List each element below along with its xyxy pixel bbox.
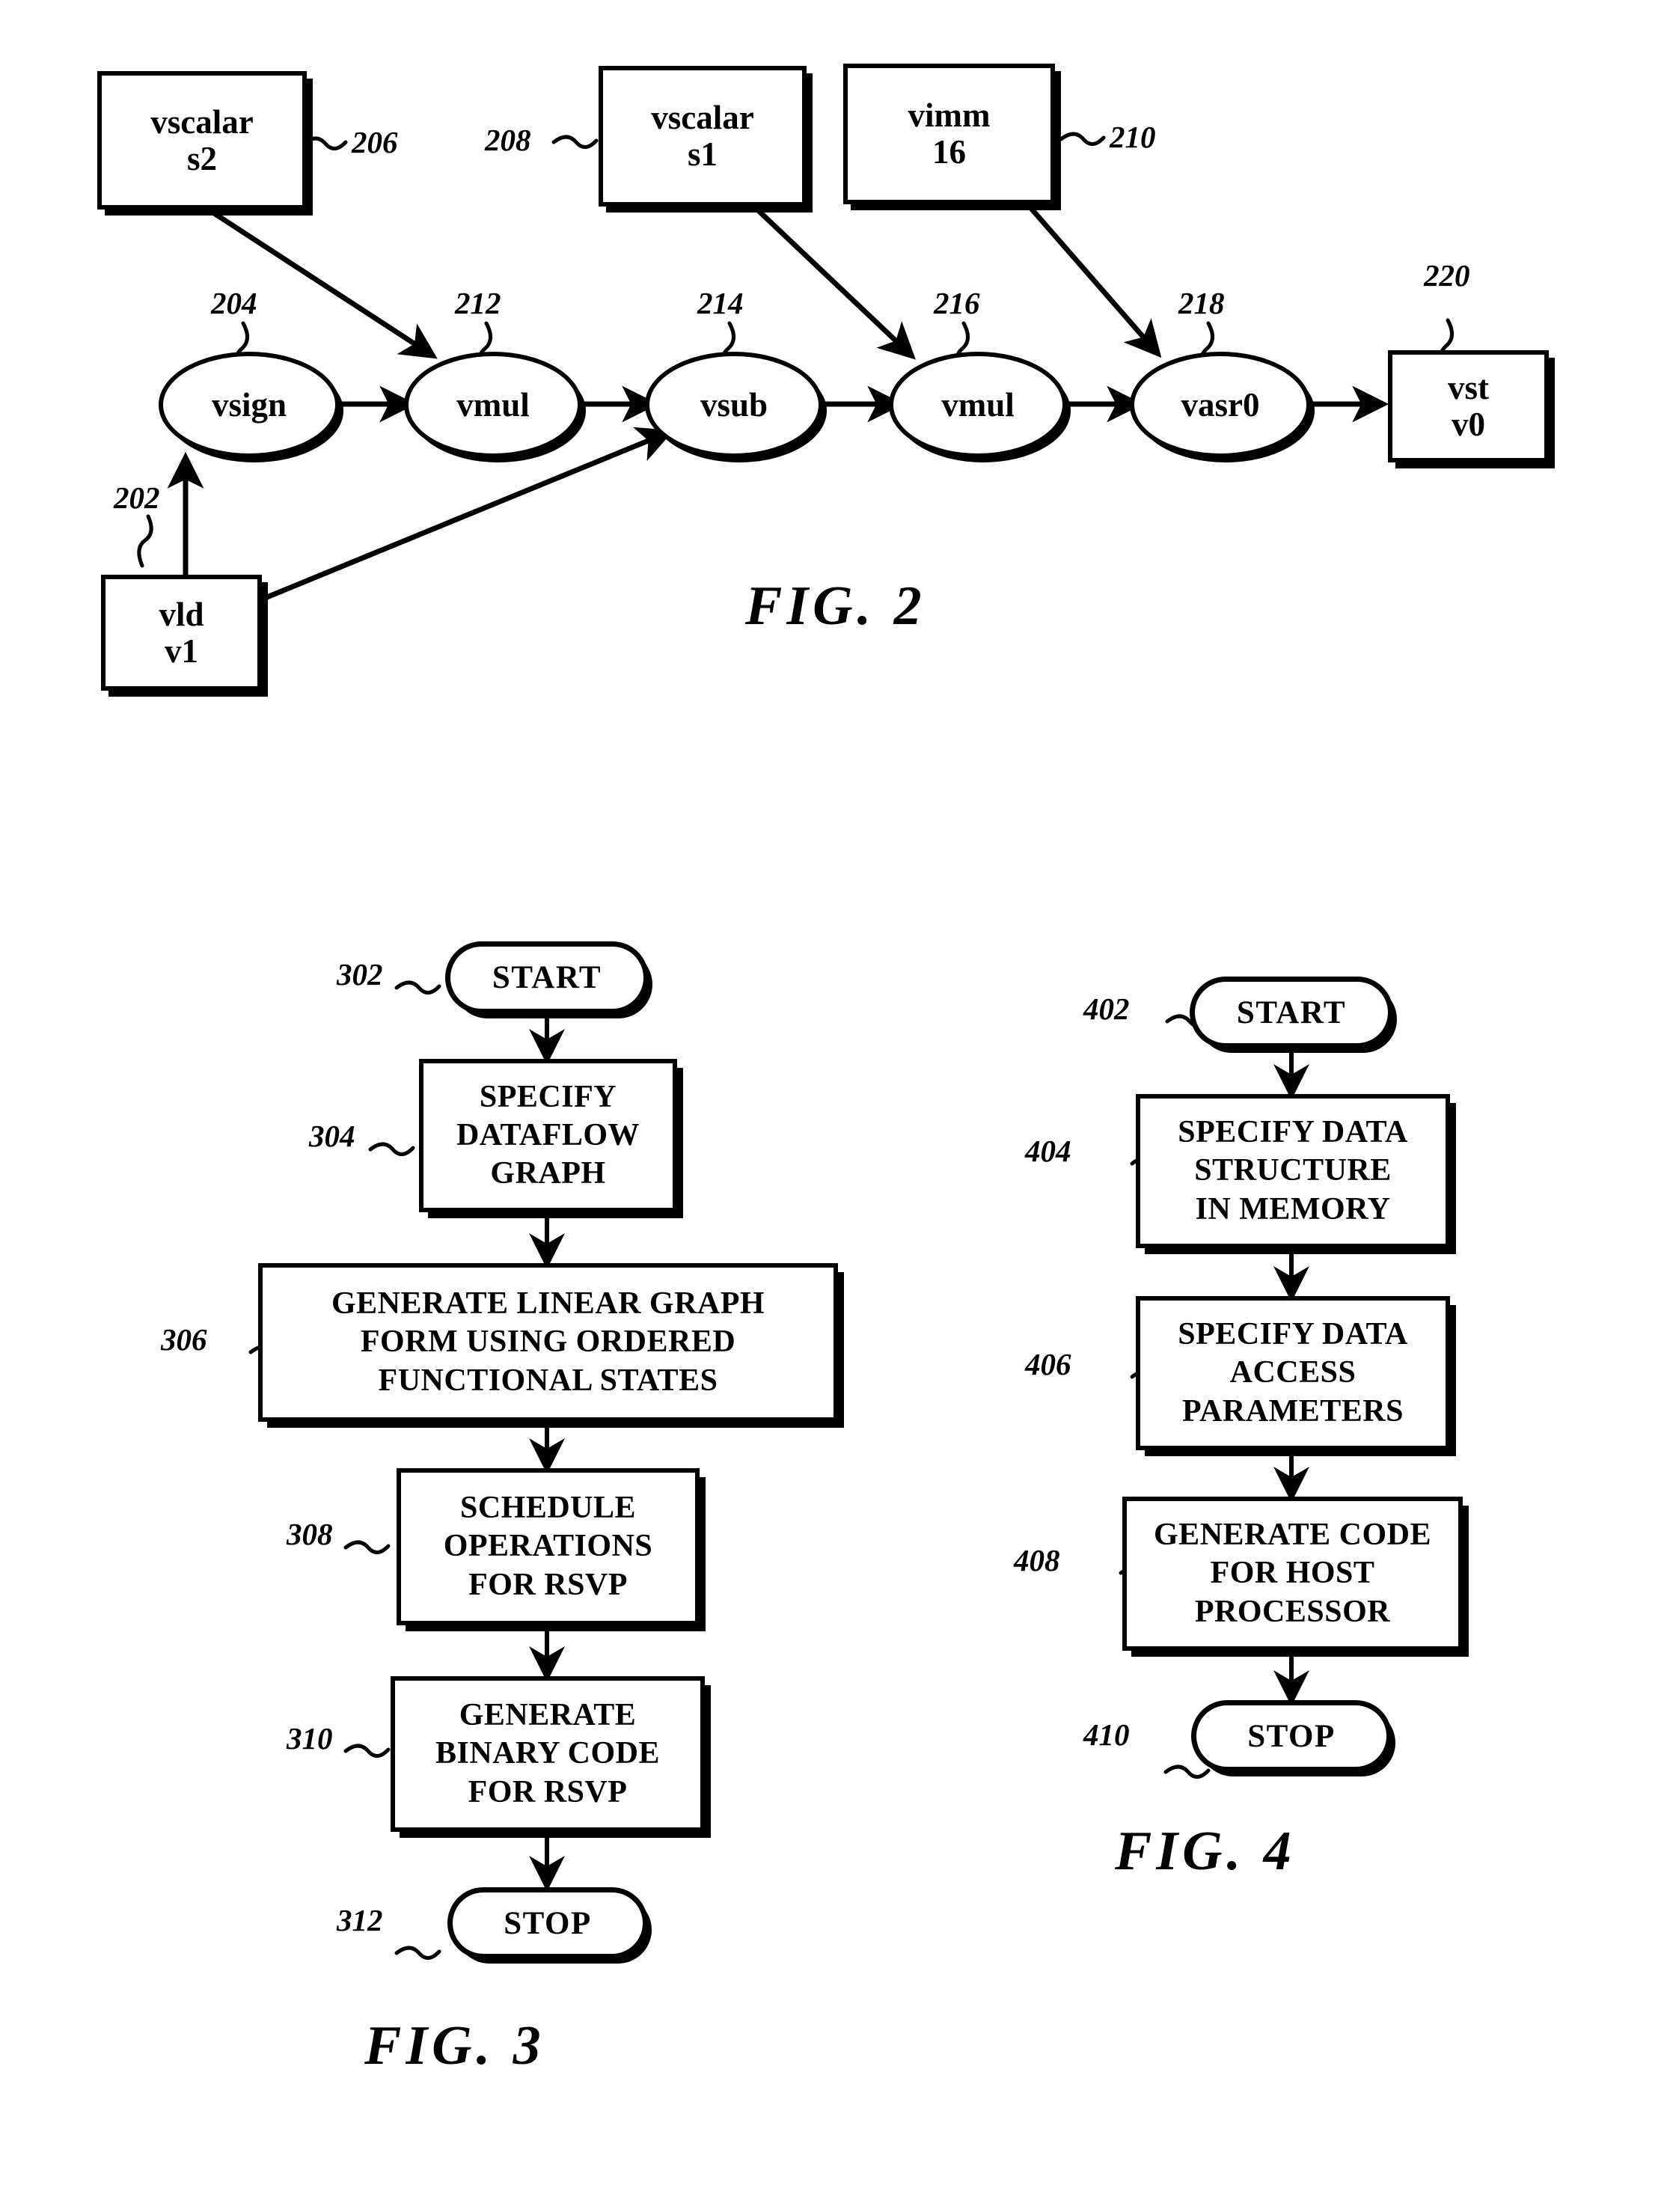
fig2-node-vmul-216: vmul: [889, 352, 1067, 458]
fig2-node-vimm-16-line1: vimm: [908, 97, 991, 135]
fig3-step-310-line1: GENERATE: [459, 1698, 637, 1733]
fig3-step-312-label: STOP: [504, 1905, 592, 1941]
fig2-node-vscalar-s1: vscalar s1: [599, 66, 807, 207]
fig3-step-308-line3: FOR RSVP: [468, 1567, 628, 1602]
fig4-step-410-stop: STOP: [1191, 1700, 1392, 1772]
fig3-step-306-generate-linear-graph-form: GENERATE LINEAR GRAPH FORM USING ORDERED…: [258, 1263, 838, 1422]
fig2-node-vscalar-s2-line2: s2: [186, 139, 217, 177]
fig2-node-vld-v1-line2: v1: [165, 632, 198, 670]
fig2-node-vimm-16: vimm 16: [843, 64, 1055, 204]
fig4-ref-402: 402: [1083, 992, 1130, 1026]
fig3-step-308-line2: OPERATIONS: [443, 1529, 653, 1564]
fig4-step-406-line3: PARAMETERS: [1182, 1393, 1404, 1429]
fig2-ref-214: 214: [697, 286, 744, 320]
fig2-ref-208: 208: [485, 123, 531, 157]
fig3-step-304-specify-dataflow-graph: SPECIFY DATAFLOW GRAPH: [419, 1059, 677, 1212]
fig2-node-vscalar-s1-line1: vscalar: [651, 99, 754, 137]
fig2-node-vmul-212: vmul: [404, 352, 582, 458]
fig4-step-408-line1: GENERATE CODE: [1154, 1518, 1431, 1553]
fig2-ref-206: 206: [352, 125, 398, 159]
fig2-node-vscalar-s1-line2: s1: [687, 135, 718, 173]
fig3-step-308-line1: SCHEDULE: [459, 1491, 637, 1526]
fig4-ref-406: 406: [1025, 1347, 1071, 1381]
fig3-ref-304: 304: [309, 1119, 355, 1153]
fig2-node-vmul-216-label: vmul: [941, 386, 1015, 424]
fig3-step-304-line3: GRAPH: [490, 1156, 606, 1191]
fig3-ref-308: 308: [287, 1517, 333, 1551]
fig3-step-302-label: START: [492, 960, 602, 995]
fig4-step-408-line2: FOR HOST: [1210, 1556, 1375, 1591]
fig2-node-vscalar-s2-line1: vscalar: [150, 103, 254, 141]
fig4-step-404-specify-data-structure-in-memory: SPECIFY DATA STRUCTURE IN MEMORY: [1136, 1094, 1450, 1248]
fig2-node-vsign: vsign: [159, 352, 340, 458]
fig2-node-vst-v0: vst v0: [1388, 350, 1549, 462]
fig4-step-408-line3: PROCESSOR: [1194, 1594, 1391, 1629]
fig4-step-404-line1: SPECIFY DATA: [1178, 1115, 1408, 1150]
fig3-step-302-start: START: [445, 941, 649, 1014]
fig2-ref-210: 210: [1110, 120, 1156, 154]
fig2-node-vst-v0-line2: v0: [1452, 406, 1485, 443]
fig2-ref-212: 212: [455, 286, 501, 320]
fig3-ref-302: 302: [337, 957, 383, 992]
fig2-node-vld-v1: vld v1: [101, 575, 262, 691]
fig4-step-406-specify-data-access-parameters: SPECIFY DATA ACCESS PARAMETERS: [1136, 1296, 1450, 1450]
fig3-step-310-generate-binary-code-for-rsvp: GENERATE BINARY CODE FOR RSVP: [391, 1676, 705, 1832]
fig3-step-312-stop: STOP: [447, 1887, 648, 1959]
fig4-ref-408: 408: [1014, 1543, 1060, 1577]
fig4-step-408-generate-code-for-host-processor: GENERATE CODE FOR HOST PROCESSOR: [1122, 1497, 1463, 1651]
fig4-step-410-label: STOP: [1247, 1718, 1336, 1754]
fig3-step-304-line1: SPECIFY: [479, 1079, 617, 1114]
fig3-caption: FIG. 3: [364, 2015, 545, 2077]
fig4-step-402-label: START: [1236, 995, 1347, 1030]
fig3-step-308-schedule-operations-for-rsvp: SCHEDULE OPERATIONS FOR RSVP: [397, 1468, 700, 1625]
fig4-step-406-line1: SPECIFY DATA: [1178, 1317, 1408, 1352]
fig3-step-304-line2: DATAFLOW: [456, 1117, 640, 1152]
fig2-node-vld-v1-line1: vld: [159, 595, 204, 633]
fig2-caption: FIG. 2: [745, 575, 926, 637]
fig3-step-310-line2: BINARY CODE: [435, 1736, 660, 1771]
fig4-step-402-start: START: [1190, 977, 1393, 1048]
fig2-node-vasr0-label: vasr0: [1181, 386, 1260, 424]
fig2-ref-216: 216: [934, 286, 980, 320]
fig3-ref-306: 306: [161, 1322, 207, 1357]
fig2-node-vasr0: vasr0: [1130, 352, 1311, 458]
fig4-caption: FIG. 4: [1115, 1821, 1296, 1882]
fig2-node-vsub-label: vsub: [700, 386, 768, 424]
fig4-step-406-line2: ACCESS: [1229, 1355, 1357, 1390]
fig2-node-vsign-label: vsign: [211, 386, 287, 424]
fig2-node-vscalar-s2: vscalar s2: [97, 71, 307, 210]
fig4-step-404-line3: IN MEMORY: [1195, 1191, 1391, 1226]
fig2-node-vst-v0-line1: vst: [1448, 369, 1489, 407]
fig4-ref-410: 410: [1083, 1717, 1130, 1752]
fig2-ref-220: 220: [1424, 258, 1470, 293]
fig4-step-404-line2: STRUCTURE: [1194, 1153, 1392, 1188]
fig2-ref-202: 202: [114, 480, 160, 515]
fig3-step-310-line3: FOR RSVP: [468, 1774, 628, 1809]
fig3-ref-312: 312: [337, 1903, 383, 1937]
fig3-step-306-line1: GENERATE LINEAR GRAPH: [331, 1286, 765, 1322]
fig2-ref-204: 204: [211, 286, 257, 320]
fig2-node-vimm-16-line2: 16: [932, 133, 966, 171]
fig4-ref-404: 404: [1025, 1134, 1071, 1168]
fig3-step-306-line2: FORM USING ORDERED: [360, 1325, 736, 1360]
fig2-node-vsub: vsub: [645, 352, 823, 458]
fig2-ref-218: 218: [1178, 286, 1225, 320]
fig2-node-vmul-212-label: vmul: [456, 386, 530, 424]
fig3-step-306-line3: FUNCTIONAL STATES: [378, 1363, 718, 1398]
fig3-ref-310: 310: [287, 1721, 333, 1756]
